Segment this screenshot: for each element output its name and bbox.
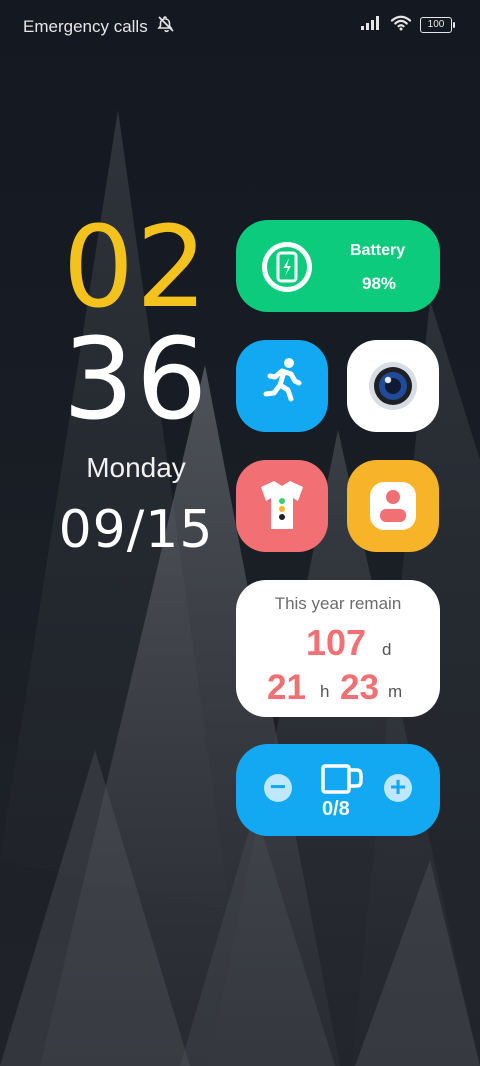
wifi-icon: [390, 14, 412, 36]
remain-hours-value: 21: [267, 668, 306, 707]
status-bar: Emergency calls 100: [0, 0, 480, 48]
water-intake-widget: − 0/8 +: [236, 744, 440, 836]
camera-shortcut[interactable]: [347, 340, 439, 432]
year-remain-title: This year remain: [274, 594, 402, 613]
shirt-icon: [261, 481, 303, 529]
minus-icon: −: [269, 771, 287, 802]
date-label: 09/15: [58, 500, 214, 560]
remain-days-value: 107: [306, 622, 367, 663]
hours-unit: h: [320, 682, 330, 701]
lockscreen-clock: 02 36 Monday 09/15: [56, 212, 216, 560]
battery-level-text: 100: [427, 19, 445, 30]
battery-widget[interactable]: Battery 98%: [236, 220, 440, 312]
fitness-shortcut[interactable]: [236, 340, 328, 432]
phone-battery-icon: [262, 242, 312, 292]
battery-widget-label: Battery: [350, 242, 406, 259]
water-count: 0/8: [322, 798, 350, 820]
profile-icon: [370, 482, 416, 530]
signal-icon: [360, 15, 382, 36]
minute-display: 36: [62, 315, 210, 445]
battery-icon: 100: [420, 17, 455, 33]
status-left: Emergency calls: [23, 14, 176, 39]
minutes-unit: m: [388, 682, 403, 701]
bell-off-icon: [156, 14, 176, 39]
remain-minutes-value: 23: [340, 668, 379, 707]
emergency-calls-text: Emergency calls: [23, 16, 148, 36]
hour-display: 02: [62, 203, 210, 333]
year-remain-widget[interactable]: This year remain 107 d 21 h 23 m: [236, 580, 440, 717]
plus-icon: +: [389, 771, 407, 802]
camera-icon: [369, 362, 417, 410]
days-unit: d: [382, 640, 392, 659]
weekday-label: Monday: [86, 452, 186, 483]
decrease-water-button[interactable]: −: [264, 771, 292, 802]
outfit-shortcut[interactable]: [236, 460, 328, 552]
contacts-shortcut[interactable]: [347, 460, 439, 552]
battery-widget-value: 98%: [362, 274, 397, 293]
running-icon: [263, 358, 302, 402]
status-right: 100: [360, 14, 455, 36]
increase-water-button[interactable]: +: [384, 771, 412, 802]
cup-icon: [321, 764, 363, 794]
